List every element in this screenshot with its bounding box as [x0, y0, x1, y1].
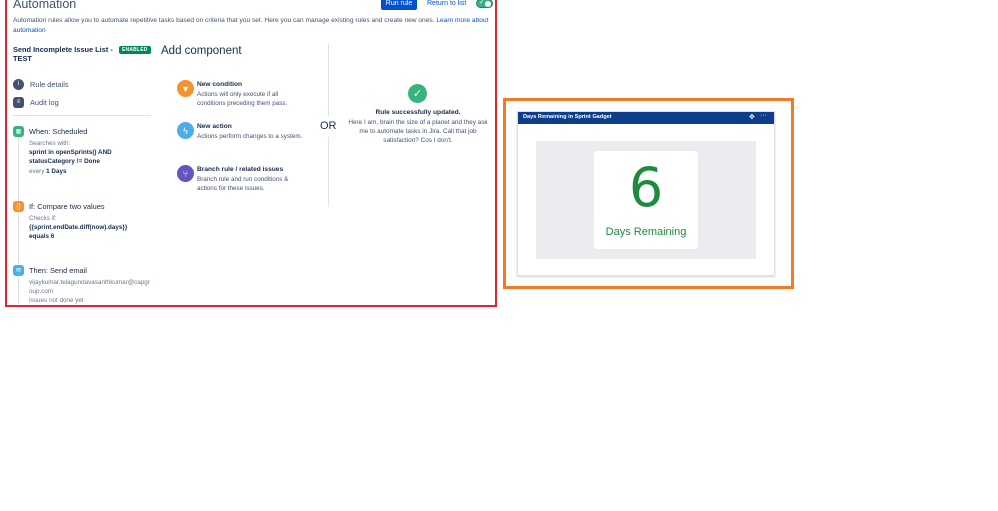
trigger-frequency: every 1 Days [29, 167, 153, 176]
gadget-title: Days Remaining in Sprint Gadget [523, 114, 612, 120]
or-divider-top [328, 44, 329, 116]
success-message: Here I am, brain the size of a planet an… [348, 119, 488, 144]
rule-details-label: Rule details [30, 79, 69, 89]
add-component-heading: Add component [161, 45, 242, 57]
new-action-desc: Actions perform changes to a system. [197, 133, 303, 140]
automation-panel: Automation Run rule Return to list ✓ Aut… [5, 0, 497, 307]
gadget-header: Days Remaining in Sprint Gadget ✥ ··· [518, 112, 774, 124]
condition-sub: Checks if: [29, 215, 57, 222]
trigger-step-scheduled[interactable]: ▦ When: Scheduled Searches with: sprint … [13, 126, 158, 176]
email-recipient: vijaykumar.telagundavasanthkumar@capgrou… [29, 279, 150, 295]
rule-details-link[interactable]: i Rule details [13, 78, 69, 90]
status-badge: ENABLED [119, 46, 151, 54]
branch-rule-desc: Branch rule and run conditions & actions… [197, 176, 289, 192]
gadget-frame: Days Remaining in Sprint Gadget ✥ ··· 6 … [503, 98, 794, 289]
condition-step-compare[interactable]: {} If: Compare two values Checks if: {{s… [13, 201, 158, 246]
days-remaining-tile: 6 Days Remaining [594, 151, 698, 249]
trigger-sub: Searches with: [29, 140, 71, 147]
sidebar-divider [13, 115, 151, 116]
email-icon: ✉ [13, 265, 24, 276]
days-remaining-gadget: Days Remaining in Sprint Gadget ✥ ··· 6 … [517, 111, 775, 276]
audit-log-label: Audit log [30, 97, 59, 107]
new-condition-title: New condition [197, 81, 243, 88]
action-title: Then: Send email [29, 266, 87, 275]
branch-rule-title: Branch rule / related issues [197, 166, 284, 173]
new-action-title: New action [197, 123, 232, 130]
rule-name: Send Incomplete Issue List - TEST [13, 45, 113, 63]
condition-equals: equals 6 [29, 233, 55, 240]
branch-rule-option[interactable]: ⑂ Branch rule / related issues Branch ru… [177, 165, 307, 195]
action-step-send-email[interactable]: ✉ Then: Send email vijaykumar.telagundav… [13, 265, 158, 305]
new-condition-option[interactable]: ▼ New condition Actions will only execut… [177, 80, 307, 110]
frequency-prefix: every [29, 168, 45, 175]
check-icon: ✓ [479, 0, 485, 6]
audit-log-icon: ≡ [13, 96, 24, 108]
toggle-knob [485, 1, 491, 7]
gadget-body: 6 Days Remaining [536, 141, 756, 259]
or-divider-bottom [328, 137, 329, 207]
success-title: Rule successfully updated. [375, 109, 461, 116]
condition-branch-icon: {} [13, 201, 24, 212]
days-remaining-label: Days Remaining [605, 226, 687, 238]
more-options-icon[interactable]: ··· [760, 112, 767, 119]
page-title: Automation [13, 0, 77, 11]
frequency-value: 1 Days [46, 168, 67, 175]
audit-log-link[interactable]: ≡ Audit log [13, 96, 59, 108]
trigger-title: When: Scheduled [29, 127, 88, 136]
success-check-icon: ✓ [408, 84, 427, 103]
calendar-icon: ▦ [13, 126, 24, 137]
lightning-icon: ϟ [177, 122, 194, 139]
info-icon: i [13, 78, 24, 90]
move-icon[interactable]: ✥ [749, 113, 755, 121]
branch-icon: ⑂ [177, 165, 194, 182]
new-action-option[interactable]: ϟ New action Actions perform changes to … [177, 122, 307, 152]
rule-enabled-toggle[interactable]: ✓ [476, 0, 493, 8]
run-rule-button[interactable]: Run rule [381, 0, 417, 10]
page-description: Automation rules allow you to automate r… [13, 16, 493, 36]
filter-icon: ▼ [177, 80, 194, 97]
return-to-list-link[interactable]: Return to list [427, 0, 466, 7]
condition-expression: {{sprint.endDate.diff(now).days}} [29, 224, 128, 231]
trigger-query: sprint in openSprints() AND statusCatego… [29, 149, 112, 165]
description-text: Automation rules allow you to automate r… [13, 17, 435, 24]
days-remaining-value: 6 [628, 156, 664, 219]
condition-title: If: Compare two values [29, 202, 105, 211]
or-label: OR [320, 120, 337, 132]
email-subject: Issues not done yet [29, 297, 84, 304]
new-condition-desc: Actions will only execute if all conditi… [197, 91, 288, 107]
